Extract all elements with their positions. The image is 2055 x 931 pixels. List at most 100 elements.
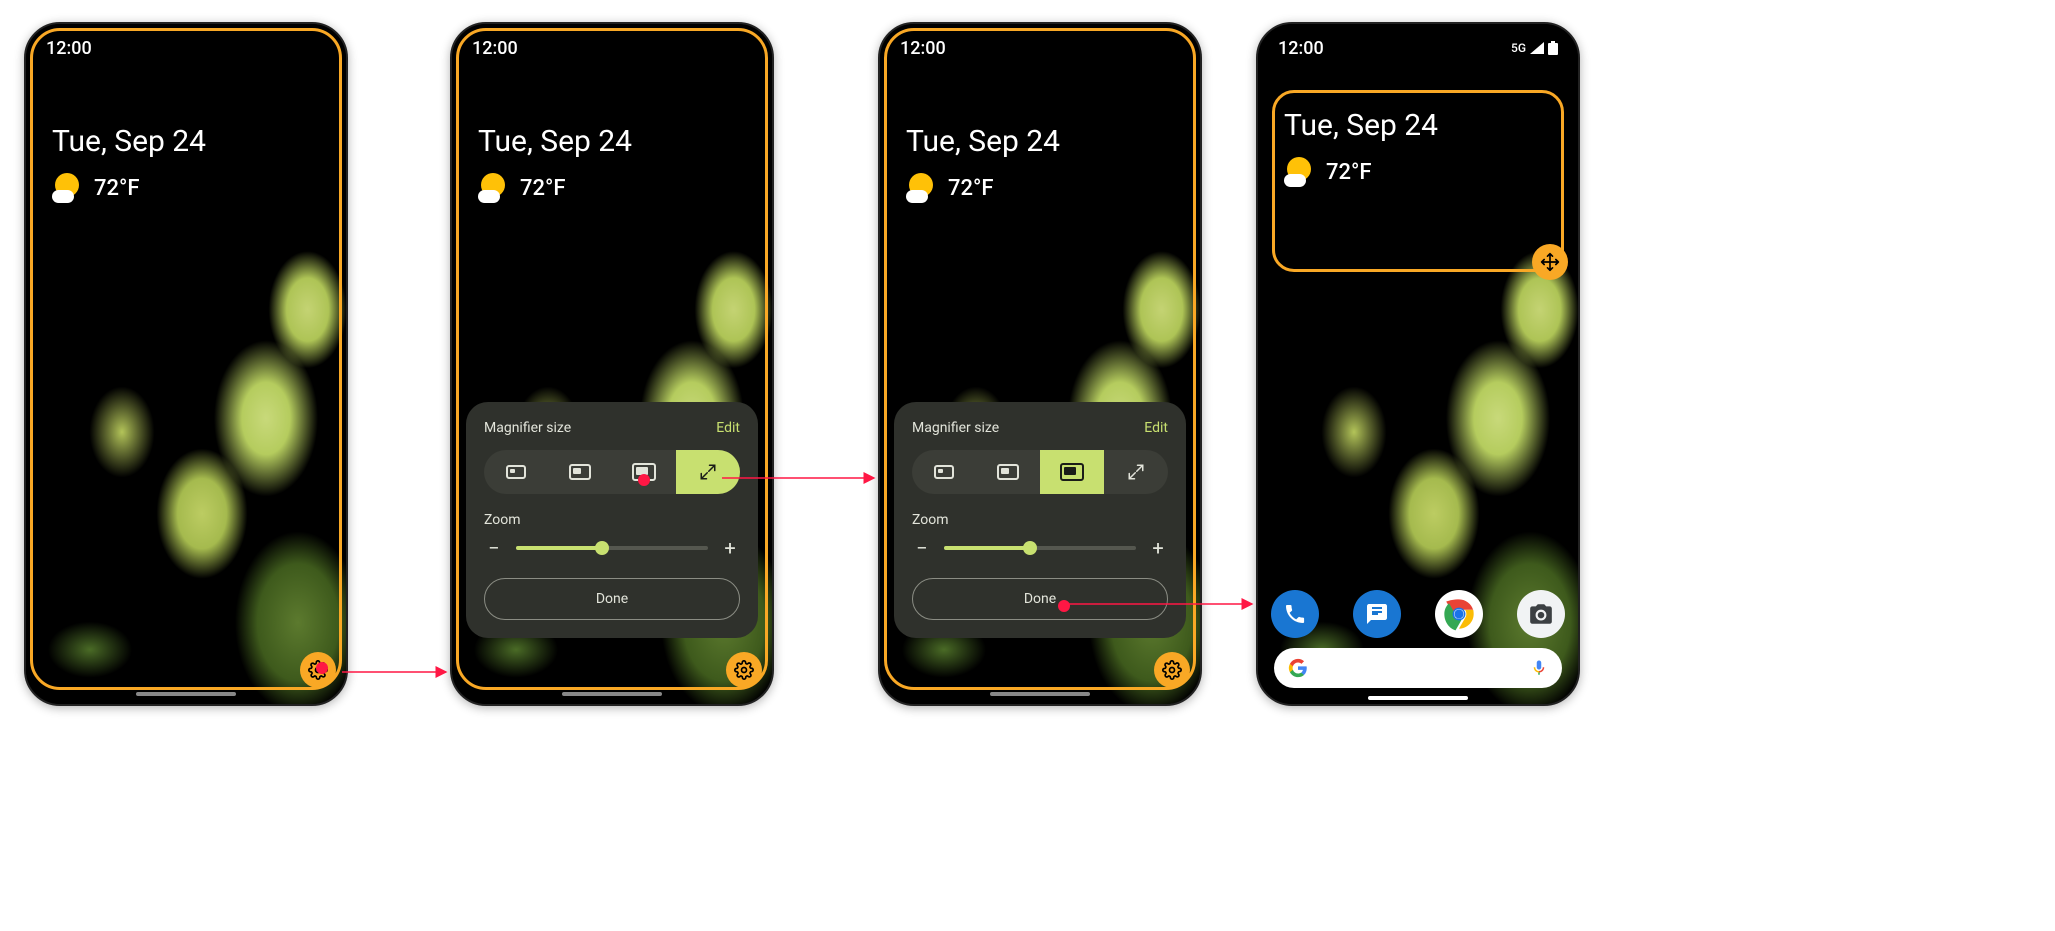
magnifier-panel: Magnifier size Edit Zoom − + Done — [466, 402, 758, 638]
status-time: 12:00 — [472, 38, 518, 59]
network-label: 5G — [1511, 41, 1526, 55]
size-option-medium[interactable] — [548, 450, 612, 494]
screen-1: 12:00 Tue, Sep 24 72°F — [24, 22, 348, 706]
panel-title: Magnifier size — [912, 420, 999, 436]
done-button[interactable]: Done — [912, 578, 1168, 620]
zoom-slider[interactable] — [516, 546, 708, 550]
flow-arrow-1 — [342, 666, 454, 678]
size-large-icon — [1060, 463, 1084, 481]
status-time: 12:00 — [900, 38, 946, 59]
date-weather-widget[interactable]: Tue, Sep 24 72°F — [1284, 108, 1438, 187]
magnification-settings-button[interactable] — [1154, 652, 1190, 688]
size-small-icon — [934, 465, 954, 479]
status-bar: 12:00 — [880, 24, 1200, 72]
size-option-large[interactable] — [1040, 450, 1104, 494]
nav-handle[interactable] — [136, 692, 236, 696]
zoom-thumb[interactable] — [595, 541, 609, 555]
google-g-icon — [1288, 658, 1308, 678]
touch-indicator — [1058, 600, 1070, 612]
date-text: Tue, Sep 24 — [906, 124, 1060, 159]
zoom-label: Zoom — [484, 512, 740, 528]
camera-app[interactable] — [1517, 590, 1565, 638]
mic-icon[interactable] — [1530, 659, 1548, 677]
weather-icon — [1284, 157, 1314, 187]
size-small-icon — [506, 465, 526, 479]
chrome-app[interactable] — [1435, 590, 1483, 638]
zoom-fill — [516, 546, 602, 550]
status-icons: 5G — [1511, 41, 1558, 55]
weather-row: 72°F — [52, 173, 206, 203]
messages-app[interactable] — [1353, 590, 1401, 638]
zoom-out-button[interactable]: − — [912, 536, 932, 560]
date-weather-widget[interactable]: Tue, Sep 24 72°F — [478, 124, 632, 203]
zoom-thumb[interactable] — [1023, 541, 1037, 555]
magnifier-panel: Magnifier size Edit Zoom − + Done — [894, 402, 1186, 638]
size-medium-icon — [997, 464, 1019, 480]
edit-link[interactable]: Edit — [716, 420, 740, 436]
zoom-out-button[interactable]: − — [484, 536, 504, 560]
phone-app[interactable] — [1271, 590, 1319, 638]
chat-icon — [1365, 602, 1389, 626]
magnification-move-handle[interactable] — [1532, 244, 1568, 280]
battery-icon — [1548, 41, 1558, 55]
phone-icon — [1283, 602, 1307, 626]
size-option-medium[interactable] — [976, 450, 1040, 494]
size-option-small[interactable] — [912, 450, 976, 494]
expand-icon — [1127, 463, 1145, 481]
weather-icon — [52, 173, 82, 203]
gear-icon — [1162, 660, 1182, 680]
size-option-fullscreen[interactable] — [676, 450, 740, 494]
size-segmented-control — [484, 450, 740, 494]
weather-row: 72°F — [1284, 157, 1438, 187]
size-option-fullscreen[interactable] — [1104, 450, 1168, 494]
weather-icon — [478, 173, 508, 203]
temperature-text: 72°F — [1326, 160, 1372, 185]
temperature-text: 72°F — [94, 176, 140, 201]
app-dock — [1258, 590, 1578, 638]
size-option-large[interactable] — [612, 450, 676, 494]
weather-row: 72°F — [478, 173, 632, 203]
panel-title: Magnifier size — [484, 420, 571, 436]
zoom-slider[interactable] — [944, 546, 1136, 550]
touch-indicator — [316, 662, 328, 674]
zoom-fill — [944, 546, 1030, 550]
magnification-settings-button[interactable] — [726, 652, 762, 688]
edit-link[interactable]: Edit — [1144, 420, 1168, 436]
status-bar: 12:00 — [26, 24, 346, 72]
chrome-icon — [1437, 592, 1481, 636]
screen-2: 12:00 Tue, Sep 24 72°F Magnifier size Ed… — [450, 22, 774, 706]
temperature-text: 72°F — [948, 176, 994, 201]
panel-header: Magnifier size Edit — [484, 420, 740, 436]
camera-icon — [1528, 601, 1554, 627]
tutorial-sequence: 12:00 Tue, Sep 24 72°F 12:00 Tue, Sep 24… — [0, 0, 2055, 931]
status-time: 12:00 — [46, 38, 92, 59]
temperature-text: 72°F — [520, 176, 566, 201]
size-medium-icon — [569, 464, 591, 480]
size-segmented-control — [912, 450, 1168, 494]
screen-3: 12:00 Tue, Sep 24 72°F Magnifier size Ed… — [878, 22, 1202, 706]
move-icon — [1540, 252, 1560, 272]
zoom-slider-row: − + — [912, 536, 1168, 560]
date-text: Tue, Sep 24 — [52, 124, 206, 159]
expand-icon — [699, 463, 717, 481]
nav-handle[interactable] — [1368, 696, 1468, 700]
status-bar: 12:00 — [452, 24, 772, 72]
done-button[interactable]: Done — [484, 578, 740, 620]
zoom-slider-row: − + — [484, 536, 740, 560]
weather-row: 72°F — [906, 173, 1060, 203]
zoom-in-button[interactable]: + — [720, 536, 740, 560]
zoom-label: Zoom — [912, 512, 1168, 528]
nav-handle[interactable] — [990, 692, 1090, 696]
signal-icon — [1530, 42, 1544, 54]
zoom-in-button[interactable]: + — [1148, 536, 1168, 560]
touch-indicator — [638, 474, 650, 486]
google-search-bar[interactable] — [1274, 648, 1562, 688]
date-weather-widget[interactable]: Tue, Sep 24 72°F — [906, 124, 1060, 203]
panel-header: Magnifier size Edit — [912, 420, 1168, 436]
nav-handle[interactable] — [562, 692, 662, 696]
status-time: 12:00 — [1278, 38, 1324, 59]
status-bar: 12:00 5G — [1258, 24, 1578, 72]
gear-icon — [734, 660, 754, 680]
date-weather-widget[interactable]: Tue, Sep 24 72°F — [52, 124, 206, 203]
size-option-small[interactable] — [484, 450, 548, 494]
